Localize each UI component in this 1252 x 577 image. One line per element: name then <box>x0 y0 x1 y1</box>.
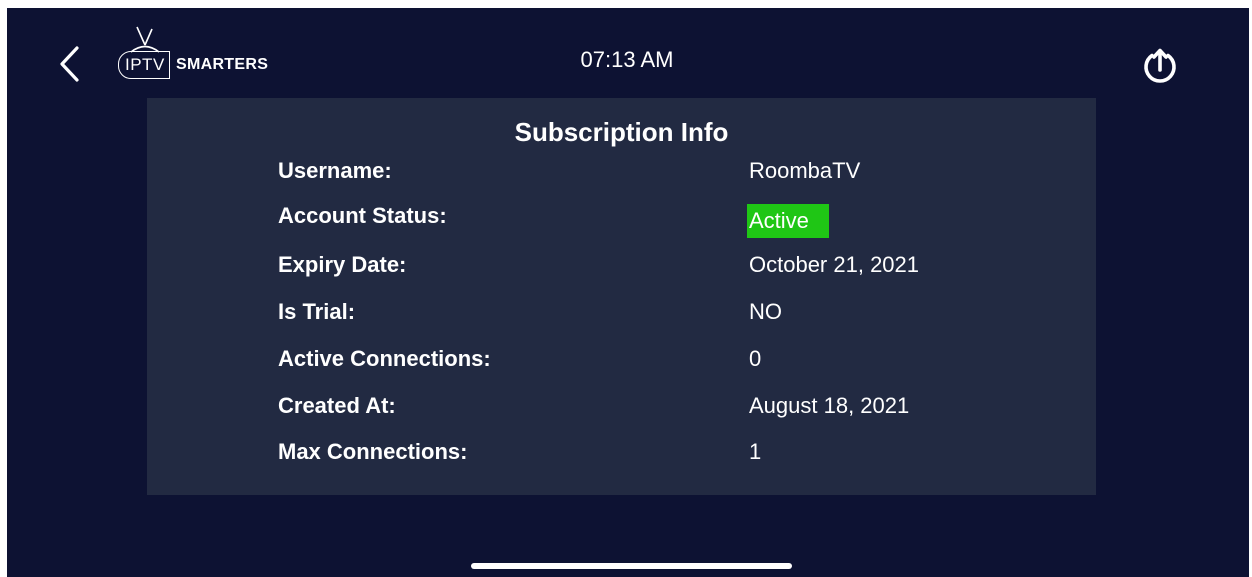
info-row-expiry-date: Expiry Date: October 21, 2021 <box>147 250 1096 280</box>
iptv-smarters-logo: IPTV SMARTERS <box>115 25 285 81</box>
back-button[interactable] <box>55 44 85 84</box>
power-upload-icon <box>1144 48 1176 83</box>
row-value: RoombaTV <box>749 158 861 183</box>
row-value: October 21, 2021 <box>749 252 920 277</box>
row-label: Is Trial: <box>278 299 356 324</box>
row-label: Expiry Date: <box>278 252 407 277</box>
logout-button[interactable] <box>1141 47 1179 85</box>
panel-title: Subscription Info <box>514 117 729 147</box>
row-value: 1 <box>749 439 762 464</box>
status-badge: Active <box>747 204 829 238</box>
row-label: Created At: <box>278 393 396 418</box>
row-label: Active Connections: <box>278 346 491 371</box>
row-label: Account Status: <box>278 203 447 228</box>
row-value: NO <box>749 299 782 324</box>
info-row-account-status: Account Status: Active <box>147 201 1096 238</box>
info-row-active-connections: Active Connections: 0 <box>147 344 1096 374</box>
logo-smarters-text: SMARTERS <box>176 56 269 73</box>
home-indicator[interactable] <box>471 563 792 569</box>
logo-iptv-text: IPTV <box>118 51 170 79</box>
chevron-left-icon <box>60 46 79 82</box>
row-value: 0 <box>749 346 762 371</box>
info-row-created-at: Created At: August 18, 2021 <box>147 391 1096 421</box>
info-row-max-connections: Max Connections: 1 <box>147 437 1096 467</box>
tv-antenna-icon <box>130 26 160 53</box>
row-label: Max Connections: <box>278 439 468 464</box>
info-row-username: Username: RoombaTV <box>147 156 1096 186</box>
row-label: Username: <box>278 158 392 183</box>
subscription-info-panel: Subscription Info Username: RoombaTV Acc… <box>147 98 1096 495</box>
app-screen: IPTV SMARTERS 07:13 AM Subscription Info… <box>7 8 1249 577</box>
clock: 07:13 AM <box>580 47 674 72</box>
row-value: August 18, 2021 <box>749 393 910 418</box>
info-row-is-trial: Is Trial: NO <box>147 297 1096 327</box>
